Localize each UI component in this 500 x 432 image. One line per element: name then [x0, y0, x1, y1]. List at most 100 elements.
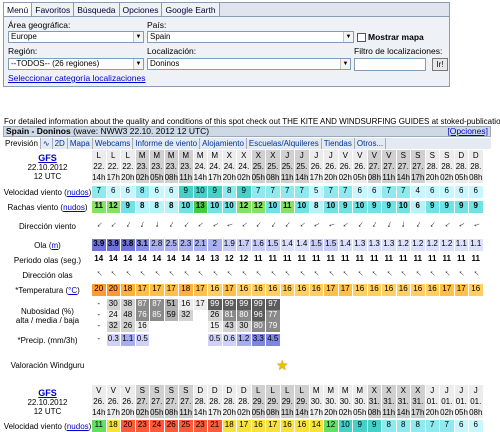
precip-cell [179, 334, 194, 346]
arrow-icon: ↑ [282, 267, 293, 279]
tab-2d[interactable]: 2D [53, 138, 68, 149]
wind-gust-cell: 8 [150, 201, 165, 213]
header-cell: J 01. 02h [440, 385, 455, 418]
temperature-cell: 20 [92, 284, 107, 296]
header-cell-text: 31. [412, 397, 424, 406]
header-cell-text: 28. [455, 162, 467, 171]
wave-direction-cell: ↑ [338, 268, 353, 282]
wind-gust-cell: 10 [266, 201, 281, 213]
header-cell-text: M [153, 151, 161, 160]
wind-speed-cell: 17 [266, 420, 281, 432]
wind-direction-cell: ↑ [193, 216, 208, 236]
arrow-icon: ↑ [108, 267, 119, 279]
localizacion-select[interactable]: Doninos ▼ [147, 58, 351, 70]
filtro-input[interactable] [354, 58, 426, 71]
arrow-icon: ↑ [400, 219, 407, 231]
cloud-value [440, 299, 454, 310]
tab-menu[interactable]: Menú [4, 3, 33, 16]
wave-direction-cell: ↑ [266, 268, 281, 282]
cloud-value: 99 [237, 299, 251, 310]
header-cell-text: L [285, 386, 290, 395]
tab-prevision[interactable]: Previsión [3, 138, 41, 149]
header-cell-text: D [472, 151, 479, 160]
wind-direction-cell: ↑ [164, 216, 179, 236]
header-cell-text: D [458, 151, 465, 160]
wind-speed-cell: 23 [135, 420, 150, 432]
model-name[interactable]: GFS [38, 153, 57, 163]
wind-gust-cell: 9 [425, 201, 440, 213]
temperature-cell: 18 [121, 284, 136, 296]
pais-select[interactable]: Spain ▼ [147, 31, 354, 43]
header-cell-text: D [240, 386, 247, 395]
header-cell-text: 27. [136, 397, 148, 406]
wave-height-cell: 1.1 [469, 239, 484, 251]
tab-google-earth[interactable]: Google Earth [162, 3, 220, 16]
top-tabs: Menú Favoritos Búsqueda Opciones Google … [4, 3, 449, 17]
tab-busqueda[interactable]: Búsqueda [74, 3, 120, 16]
region-select[interactable]: --TODOS-- (26 regiones) ▼ [8, 58, 144, 70]
tab-webcams[interactable]: Webcams [93, 138, 134, 149]
wind-speed-cell: 8 [396, 420, 411, 432]
arrow-icon: ↑ [441, 267, 452, 279]
wave-direction-cell: ↑ [411, 268, 426, 282]
wind-direction-cell: ↑ [469, 216, 484, 236]
nudos-link[interactable]: nudos [67, 188, 89, 197]
m-link[interactable]: m [52, 241, 59, 250]
cloud-cell [338, 299, 353, 332]
header-cell-text: 28. [209, 397, 221, 406]
header-cell: D 28. 14h [193, 385, 208, 418]
wave-direction-cell: ↑ [222, 268, 237, 282]
precip-cell: 0.6 [222, 334, 237, 346]
wave-height-cell: 1.4 [295, 239, 310, 251]
wind-speed-cell: 7 [324, 186, 339, 198]
arrow-icon: ↑ [209, 267, 220, 279]
area-select[interactable]: Europe ▼ [8, 31, 144, 43]
tab-tiendas[interactable]: Tiendas [322, 138, 355, 149]
header-cell-text: 08h [164, 408, 178, 417]
header-cell-text: 02h [338, 408, 352, 417]
header-cell: V 26. 20h [121, 385, 136, 418]
header-cell-text: 26. [310, 162, 322, 171]
wave-direction-cell: ↑ [382, 268, 397, 282]
cloud-value [324, 299, 338, 310]
tab-chart-icon[interactable]: ∿ [41, 138, 53, 149]
header-cell-text: 20h [121, 408, 135, 417]
cloud-value [353, 310, 367, 321]
cloud-cell: 99 96 80 [251, 299, 266, 332]
cells-precip: -0.3 1.1 0.5 0.5 0.6 1.2 3.3 4.5 [92, 334, 484, 346]
mostrar-mapa-checkbox[interactable] [357, 33, 366, 42]
label-direccion: Dirección viento [3, 216, 92, 236]
wind-direction-cell: ↑ [454, 216, 469, 236]
wave-period-cell: 13 [208, 254, 223, 266]
wind-speed-cell: 6 [164, 186, 179, 198]
tab-favoritos[interactable]: Favoritos [32, 3, 75, 16]
model-name-bottom[interactable]: GFS [38, 388, 57, 398]
wave-height-cell: 1.1 [454, 239, 469, 251]
tab-opciones[interactable]: Opciones [119, 3, 163, 16]
header-cell-text: 25. [296, 162, 308, 171]
cloud-cell [396, 299, 411, 332]
celsius-link[interactable]: °C [68, 286, 77, 295]
tab-informe[interactable]: Informe de viento [133, 138, 201, 149]
wind-speed-cell: 7 [280, 186, 295, 198]
wind-gust-cell: 6 [411, 201, 426, 213]
header-cell: M 23. 11h [179, 150, 194, 183]
categoria-link[interactable]: Seleccionar categoría localizaciones [8, 73, 146, 83]
wind-direction-cell: ↑ [237, 216, 252, 236]
nudos-link[interactable]: nudos [67, 422, 89, 431]
tab-otros[interactable]: Otros... [355, 138, 387, 149]
opciones-link[interactable]: [Opciones] [447, 127, 488, 136]
wind-speed-cell: 10 [193, 186, 208, 198]
wave-direction-cell: ↑ [440, 268, 455, 282]
ir-button[interactable]: Ir! [432, 58, 448, 71]
wind-direction-cell: ↑ [440, 216, 455, 236]
spot-title: Spain - Doninos [6, 126, 71, 136]
header-cell-text: 11h [280, 173, 294, 182]
wind-speed-cell: 6 [440, 186, 455, 198]
tab-alojamiento[interactable]: Alojamiento [200, 138, 247, 149]
tab-escuelas[interactable]: Escuelas/Alquileres [247, 138, 322, 149]
cells-temperatura: 20 20 18 17 17 17 18 17 16 17 16 16 16 16 16 16 17 17 16 16… [92, 284, 484, 296]
nudos-link[interactable]: nudos [63, 203, 85, 212]
tab-mapa[interactable]: Mapa [68, 138, 93, 149]
arrow-icon: ↑ [122, 267, 133, 279]
